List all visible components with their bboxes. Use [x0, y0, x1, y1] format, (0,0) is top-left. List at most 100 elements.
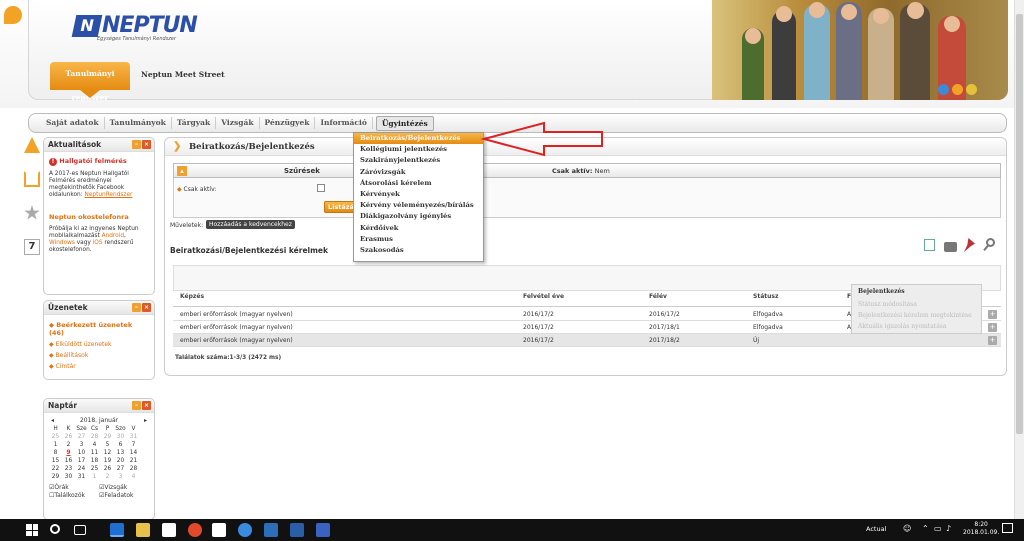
ios-link[interactable]: iOS	[93, 240, 103, 246]
menu-diakigazolvany[interactable]: Diákigazolvány igénylés	[354, 211, 483, 222]
cal-day[interactable]: 5	[101, 441, 114, 449]
nav-sajat-adatok[interactable]: Saját adatok	[41, 117, 105, 129]
cal-check-talalkozok[interactable]: ☐Találkozók	[49, 492, 99, 499]
cal-day[interactable]: 2	[62, 441, 75, 449]
home-tab[interactable]: Tanulmányi rendszer	[50, 62, 130, 102]
windows-start-icon[interactable]	[26, 524, 38, 536]
widget-close-icon[interactable]: ×	[142, 140, 151, 149]
menu-kerveny-velemenyezes[interactable]: Kérvény véleményezés/bírálás	[354, 200, 483, 211]
col-felvetel-eve[interactable]: Felvétel éve	[523, 293, 564, 300]
widget-minimize-icon[interactable]: –	[132, 401, 141, 410]
cal-day[interactable]: 25	[49, 433, 62, 441]
cal-day[interactable]: 26	[101, 465, 114, 473]
cal-day[interactable]: 2	[101, 473, 114, 481]
cal-day[interactable]: 18	[88, 457, 101, 465]
windows-link[interactable]: Windows	[49, 240, 75, 246]
msg-directory[interactable]: ◆ Címtár	[49, 363, 149, 370]
widget-minimize-icon[interactable]: –	[132, 303, 141, 312]
news2-title[interactable]: Neptun okostelefonra	[49, 213, 149, 221]
news1-link[interactable]: NeptunRendszer	[85, 192, 133, 198]
cal-day[interactable]: 1	[88, 473, 101, 481]
cal-day[interactable]: 20	[114, 457, 127, 465]
cal-day[interactable]: 13	[114, 449, 127, 457]
cal-day-today[interactable]: 9	[62, 449, 75, 457]
cal-day[interactable]: 26	[62, 433, 75, 441]
network-icon[interactable]: ▭	[934, 524, 942, 533]
file-explorer-icon[interactable]	[136, 523, 150, 537]
edge-browser-icon[interactable]	[110, 523, 124, 537]
taskbar-clock[interactable]: 8:20 2018.01.09.	[963, 521, 999, 537]
menu-beiratkozas[interactable]: Beiratkozás/Bejelentkezés	[354, 133, 483, 145]
cal-day[interactable]: 17	[75, 457, 88, 465]
cal-day[interactable]: 4	[127, 473, 140, 481]
volume-icon[interactable]: ♪	[946, 524, 951, 533]
cal-day[interactable]: 31	[75, 473, 88, 481]
cal-day[interactable]: 8	[49, 449, 62, 457]
globe-icon[interactable]	[938, 84, 949, 95]
task-view-icon[interactable]	[74, 525, 86, 535]
msg-inbox[interactable]: ◆ Beérkezett üzenetek (46)	[49, 321, 149, 337]
cal-day[interactable]: 10	[75, 449, 88, 457]
nav-ugyintezes[interactable]: Ügyintézés	[375, 115, 434, 131]
search-icon[interactable]	[983, 238, 995, 252]
add-favorite-button[interactable]: Hozzáadás a kedvencekhez	[206, 220, 295, 229]
settings-icon[interactable]	[952, 84, 963, 95]
export-excel-icon[interactable]	[924, 239, 935, 251]
print-icon[interactable]	[944, 242, 957, 252]
menu-erasmus[interactable]: Erasmus	[354, 234, 483, 245]
menu-szakosodas[interactable]: Szakosodás	[354, 245, 483, 256]
action-center-icon[interactable]	[1002, 523, 1013, 533]
search-icon[interactable]	[50, 524, 60, 534]
nav-targyak[interactable]: Tárgyak	[172, 117, 217, 129]
cal-day[interactable]: 6	[114, 441, 127, 449]
nav-penzugyek[interactable]: Pénzügyek	[260, 117, 316, 129]
cal-day[interactable]: 29	[49, 473, 62, 481]
notifications-icon[interactable]	[24, 137, 40, 153]
collapse-icon[interactable]: ▴	[177, 166, 187, 176]
news1-title[interactable]: Hallgatói felmérés	[59, 157, 127, 165]
cal-check-vizsgak[interactable]: ☑Vizsgák	[99, 484, 149, 491]
menu-szakirany[interactable]: Szakirányjelentkezés	[354, 155, 483, 166]
cal-day[interactable]: 28	[88, 433, 101, 441]
col-statusz[interactable]: Státusz	[753, 293, 778, 300]
cal-check-feladatok[interactable]: ☑Feladatok	[99, 492, 149, 499]
menu-kollegiumi[interactable]: Kollégiumi jelentkezés	[354, 144, 483, 155]
cal-day[interactable]: 4	[88, 441, 101, 449]
taskbar-lang[interactable]: Actual	[866, 525, 886, 533]
menu-kerdoivek[interactable]: Kérdőívek	[354, 223, 483, 234]
store-icon[interactable]	[162, 523, 176, 537]
cal-day[interactable]: 7	[127, 441, 140, 449]
meet-street-link[interactable]: Neptun Meet Street	[141, 70, 225, 79]
cal-day[interactable]: 14	[127, 449, 140, 457]
row-menu-plus-icon[interactable]: +	[988, 336, 997, 345]
cal-day[interactable]: 30	[114, 433, 127, 441]
cal-day[interactable]: 22	[49, 465, 62, 473]
widget-close-icon[interactable]: ×	[142, 401, 151, 410]
msg-sent[interactable]: ◆ Elküldött üzenetek	[49, 341, 149, 348]
calendar-day-icon[interactable]: 7	[24, 239, 40, 255]
cal-day[interactable]: 24	[75, 465, 88, 473]
menu-zarovizsgak[interactable]: Záróvizsgák	[354, 167, 483, 178]
cal-day[interactable]: 12	[101, 449, 114, 457]
cal-day[interactable]: 27	[75, 433, 88, 441]
mail-icon[interactable]	[212, 523, 226, 537]
ctx-bejelentkezes[interactable]: Bejelentkezés	[852, 285, 981, 299]
cal-check-orak[interactable]: ☑Órák	[49, 484, 99, 491]
chrome-icon[interactable]	[188, 523, 202, 537]
cal-prev-button[interactable]: ◂	[51, 417, 54, 424]
outlook-icon[interactable]	[264, 523, 278, 537]
col-felev[interactable]: Félév	[649, 293, 667, 300]
cal-day[interactable]: 23	[62, 465, 75, 473]
col-kepzes[interactable]: Képzés	[180, 293, 204, 300]
row-menu-plus-icon[interactable]: +	[988, 323, 997, 332]
favorites-star-icon[interactable]	[24, 205, 40, 220]
cal-day[interactable]: 30	[62, 473, 75, 481]
row-menu-plus-icon[interactable]: +	[988, 310, 997, 319]
menu-atsorolasi[interactable]: Átsorolási kérelem	[354, 178, 483, 189]
nav-informacio[interactable]: Információ	[315, 117, 373, 129]
word-icon[interactable]	[290, 523, 304, 537]
tray-chevron-icon[interactable]: ⌃	[922, 524, 929, 533]
android-link[interactable]: Android	[102, 233, 124, 239]
cal-day[interactable]: 21	[127, 457, 140, 465]
skype-icon[interactable]	[238, 523, 252, 537]
